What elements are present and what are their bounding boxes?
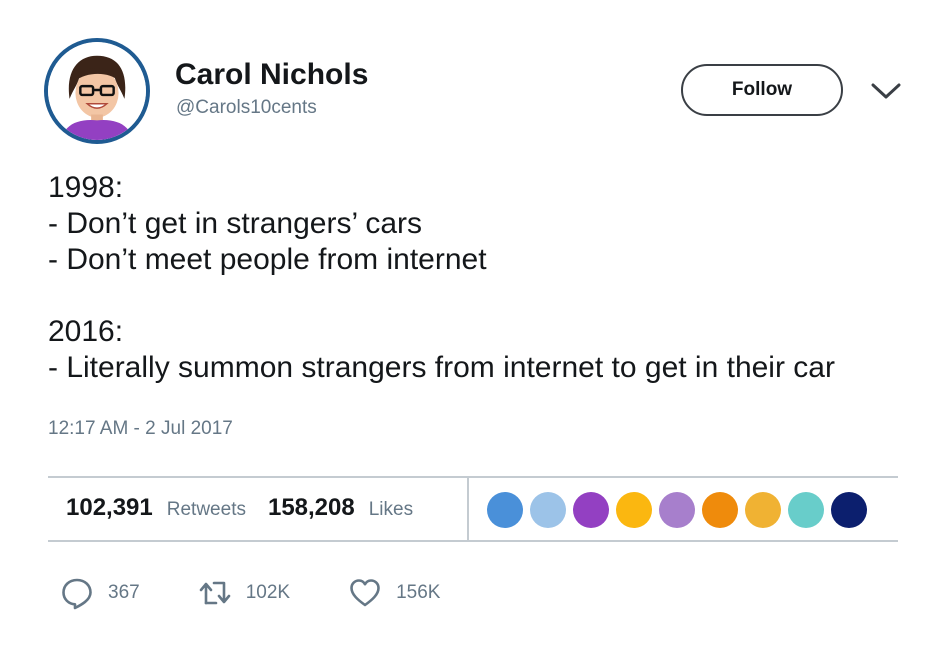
stats-separator: [467, 478, 469, 540]
likes-label[interactable]: Likes: [369, 499, 413, 521]
retweets-label[interactable]: Retweets: [167, 499, 246, 521]
tweet-line: 2016:: [48, 315, 124, 348]
liker-avatar[interactable]: [487, 492, 523, 528]
divider-bottom: [48, 540, 898, 542]
retweet-count: 102K: [245, 582, 291, 603]
tweet-line: 1998:: [48, 171, 124, 204]
avatar[interactable]: [44, 38, 150, 144]
reply-count: 367: [108, 582, 140, 603]
chevron-down-icon[interactable]: [870, 80, 902, 102]
stats-bar: 102,391 Retweets 158,208 Likes: [66, 494, 413, 522]
tweet-line: - Literally summon strangers from intern…: [48, 351, 835, 384]
avatar-illustration: [48, 42, 146, 140]
liker-avatar[interactable]: [573, 492, 609, 528]
liker-avatars: [487, 492, 874, 528]
tweet-actions: 367 102K 156K: [60, 576, 498, 610]
liker-avatar[interactable]: [616, 492, 652, 528]
retweet-icon: [199, 581, 231, 605]
liker-avatar[interactable]: [788, 492, 824, 528]
like-count: 156K: [396, 582, 441, 603]
tweet-line: - Don’t meet people from internet: [48, 243, 487, 276]
liker-avatar[interactable]: [702, 492, 738, 528]
user-handle[interactable]: @Carols10cents: [176, 97, 317, 119]
liker-avatar[interactable]: [530, 492, 566, 528]
likes-count[interactable]: 158,208: [268, 494, 355, 522]
retweets-count[interactable]: 102,391: [66, 494, 153, 522]
like-button[interactable]: 156K: [348, 576, 440, 610]
reply-icon: [62, 578, 92, 610]
tweet-timestamp[interactable]: 12:17 AM - 2 Jul 2017: [48, 418, 233, 440]
tweet-text: 1998: - Don’t get in strangers’ cars - D…: [48, 170, 918, 386]
divider-top: [48, 476, 898, 478]
display-name[interactable]: Carol Nichols: [175, 58, 368, 92]
liker-avatar[interactable]: [659, 492, 695, 528]
heart-icon: [350, 579, 380, 607]
tweet-line: - Don’t get in strangers’ cars: [48, 207, 423, 240]
follow-button[interactable]: Follow: [681, 64, 843, 116]
liker-avatar[interactable]: [831, 492, 867, 528]
retweet-button[interactable]: 102K: [198, 576, 290, 610]
liker-avatar[interactable]: [745, 492, 781, 528]
reply-button[interactable]: 367: [60, 576, 140, 610]
